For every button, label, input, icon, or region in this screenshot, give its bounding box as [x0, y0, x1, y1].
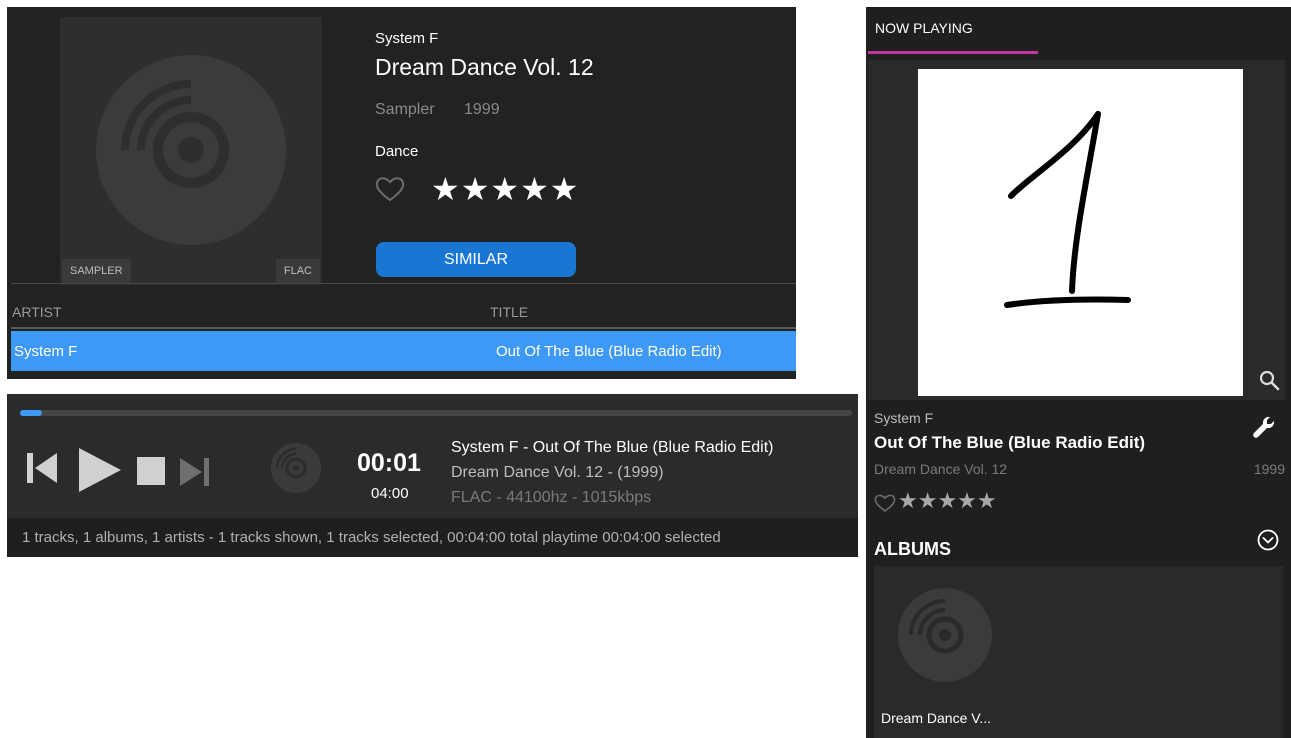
wrench-icon[interactable]	[1250, 414, 1278, 442]
album-cover[interactable]: SAMPLER FLAC	[60, 17, 322, 285]
now-playing-album: Dream Dance Vol. 12 - (1999)	[451, 464, 664, 481]
similar-button[interactable]: SIMILAR	[376, 242, 576, 277]
stop-icon[interactable]	[135, 455, 167, 487]
now-playing-panel: NOW PLAYING System F Out Of The Blue (Bl…	[866, 7, 1291, 738]
album-type: Sampler	[375, 101, 435, 118]
albums-heading: ALBUMS	[874, 539, 951, 559]
now-playing-format: FLAC - 44100hz - 1015kbps	[451, 489, 652, 506]
track-artist-cell: System F	[14, 343, 78, 360]
album-artwork[interactable]	[918, 69, 1243, 396]
divider	[11, 283, 796, 284]
progress-slider[interactable]	[20, 410, 852, 416]
now-playing-artist[interactable]: System F	[874, 410, 933, 426]
sampler-tag: SAMPLER	[62, 259, 131, 283]
now-playing-track: System F - Out Of The Blue (Blue Radio E…	[451, 439, 774, 456]
track-title-cell: Out Of The Blue (Blue Radio Edit)	[496, 343, 722, 360]
play-icon[interactable]	[77, 447, 123, 493]
tab-now-playing[interactable]: NOW PLAYING	[875, 20, 973, 36]
column-header-artist[interactable]: ARTIST	[12, 304, 62, 320]
album-year: 1999	[464, 101, 500, 118]
artwork-area	[868, 60, 1285, 400]
album-artist[interactable]: System F	[375, 30, 438, 47]
search-icon[interactable]	[1257, 368, 1281, 392]
disc-placeholder-icon	[96, 55, 286, 245]
active-tab-indicator	[868, 51, 1038, 54]
album-genre[interactable]: Dance	[375, 143, 418, 160]
disc-icon	[271, 443, 321, 493]
format-tag: FLAC	[275, 259, 320, 283]
total-time: 04:00	[371, 485, 409, 502]
column-header-title[interactable]: TITLE	[490, 304, 528, 320]
progress-fill	[20, 410, 42, 416]
handwritten-one-artwork	[1004, 111, 1131, 308]
album-rating-stars[interactable]: ★★★★★	[431, 170, 579, 208]
player-panel: 00:01 04:00 System F - Out Of The Blue (…	[7, 394, 858, 557]
chevron-down-circle-icon[interactable]	[1256, 528, 1280, 552]
disc-icon	[898, 588, 992, 682]
heart-outline-icon[interactable]	[375, 175, 405, 203]
album-title: Dream Dance Vol. 12	[375, 54, 594, 80]
now-playing-rating-stars[interactable]: ★★★★★	[898, 488, 997, 514]
table-row[interactable]: System F Out Of The Blue (Blue Radio Edi…	[11, 331, 796, 371]
status-bar: 1 tracks, 1 albums, 1 artists - 1 tracks…	[7, 518, 858, 557]
now-playing-year: 1999	[1253, 461, 1285, 477]
album-card-label: Dream Dance V...	[881, 710, 991, 726]
album-panel: SAMPLER FLAC System F Dream Dance Vol. 1…	[7, 7, 796, 379]
now-playing-title: Out Of The Blue (Blue Radio Edit)	[874, 433, 1146, 452]
next-icon[interactable]	[178, 456, 212, 488]
album-card[interactable]: Dream Dance V...	[874, 566, 1283, 738]
now-playing-album-name[interactable]: Dream Dance Vol. 12	[874, 461, 1007, 477]
divider	[11, 327, 796, 329]
elapsed-time: 00:01	[357, 449, 421, 477]
heart-outline-icon[interactable]	[874, 493, 896, 513]
previous-icon[interactable]	[25, 451, 59, 485]
status-text: 1 tracks, 1 albums, 1 artists - 1 tracks…	[22, 529, 721, 546]
